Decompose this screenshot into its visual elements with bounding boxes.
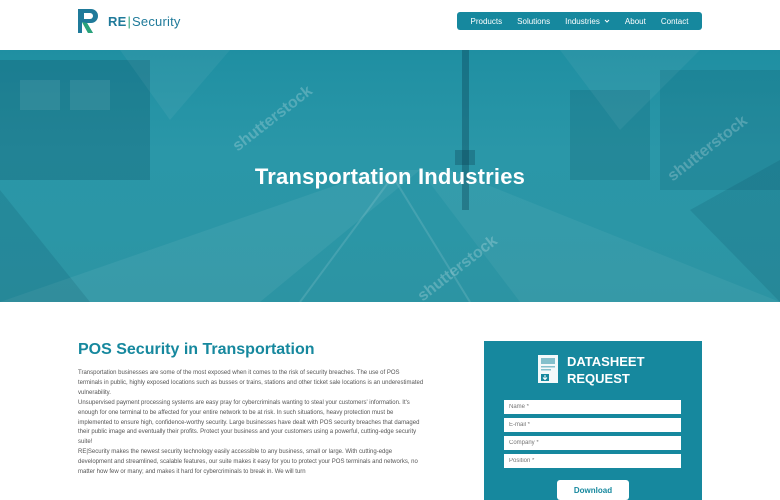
- company-field[interactable]: [504, 436, 681, 450]
- logo-mark-icon: [78, 9, 98, 33]
- nav-about[interactable]: About: [625, 17, 646, 26]
- download-button[interactable]: Download: [557, 480, 629, 500]
- nav-products[interactable]: Products: [471, 17, 503, 26]
- logo-name-right: Security: [132, 13, 181, 29]
- hero-banner: shutterstock shutterstock shutterstock T…: [0, 50, 780, 302]
- nav-contact-label: Contact: [660, 16, 689, 26]
- datasheet-title-line1: DATASHEET: [567, 354, 645, 369]
- nav-contact[interactable]: Contact: [661, 17, 689, 26]
- datasheet-request-panel: DATASHEET REQUEST Download: [484, 341, 702, 500]
- chevron-down-icon: [604, 19, 610, 23]
- email-field[interactable]: [504, 418, 681, 432]
- datasheet-title: DATASHEET REQUEST: [567, 353, 645, 387]
- nav-solutions[interactable]: Solutions: [517, 17, 550, 26]
- position-field[interactable]: [504, 454, 681, 468]
- page-title: Transportation Industries: [254, 164, 526, 189]
- section-heading: POS Security in Transportation: [78, 341, 315, 358]
- paragraph: Unsupervised payment processing systems …: [78, 399, 420, 446]
- logo[interactable]: RE|Security: [78, 7, 181, 35]
- logo-name-left: RE: [108, 13, 127, 29]
- name-field[interactable]: [504, 400, 681, 414]
- body-text: Transportation businesses are some of th…: [78, 369, 424, 478]
- logo-separator: |: [127, 13, 132, 29]
- nav-solutions-label: Solutions: [517, 16, 551, 26]
- nav-products-label: Products: [470, 16, 503, 26]
- site-header: RE|Security Products Solutions Industrie…: [0, 0, 780, 50]
- main-nav: Products Solutions Industries About Cont…: [457, 12, 702, 30]
- logo-text: RE|Security: [108, 14, 181, 29]
- nav-industries[interactable]: Industries: [565, 17, 610, 26]
- paragraph: Transportation businesses are some of th…: [78, 370, 424, 396]
- nav-industries-label: Industries: [565, 16, 600, 26]
- document-download-icon: [538, 355, 558, 383]
- paragraph: RE|Security makes the newest security te…: [78, 449, 418, 476]
- nav-about-label: About: [624, 16, 646, 26]
- datasheet-title-line2: REQUEST: [567, 371, 630, 386]
